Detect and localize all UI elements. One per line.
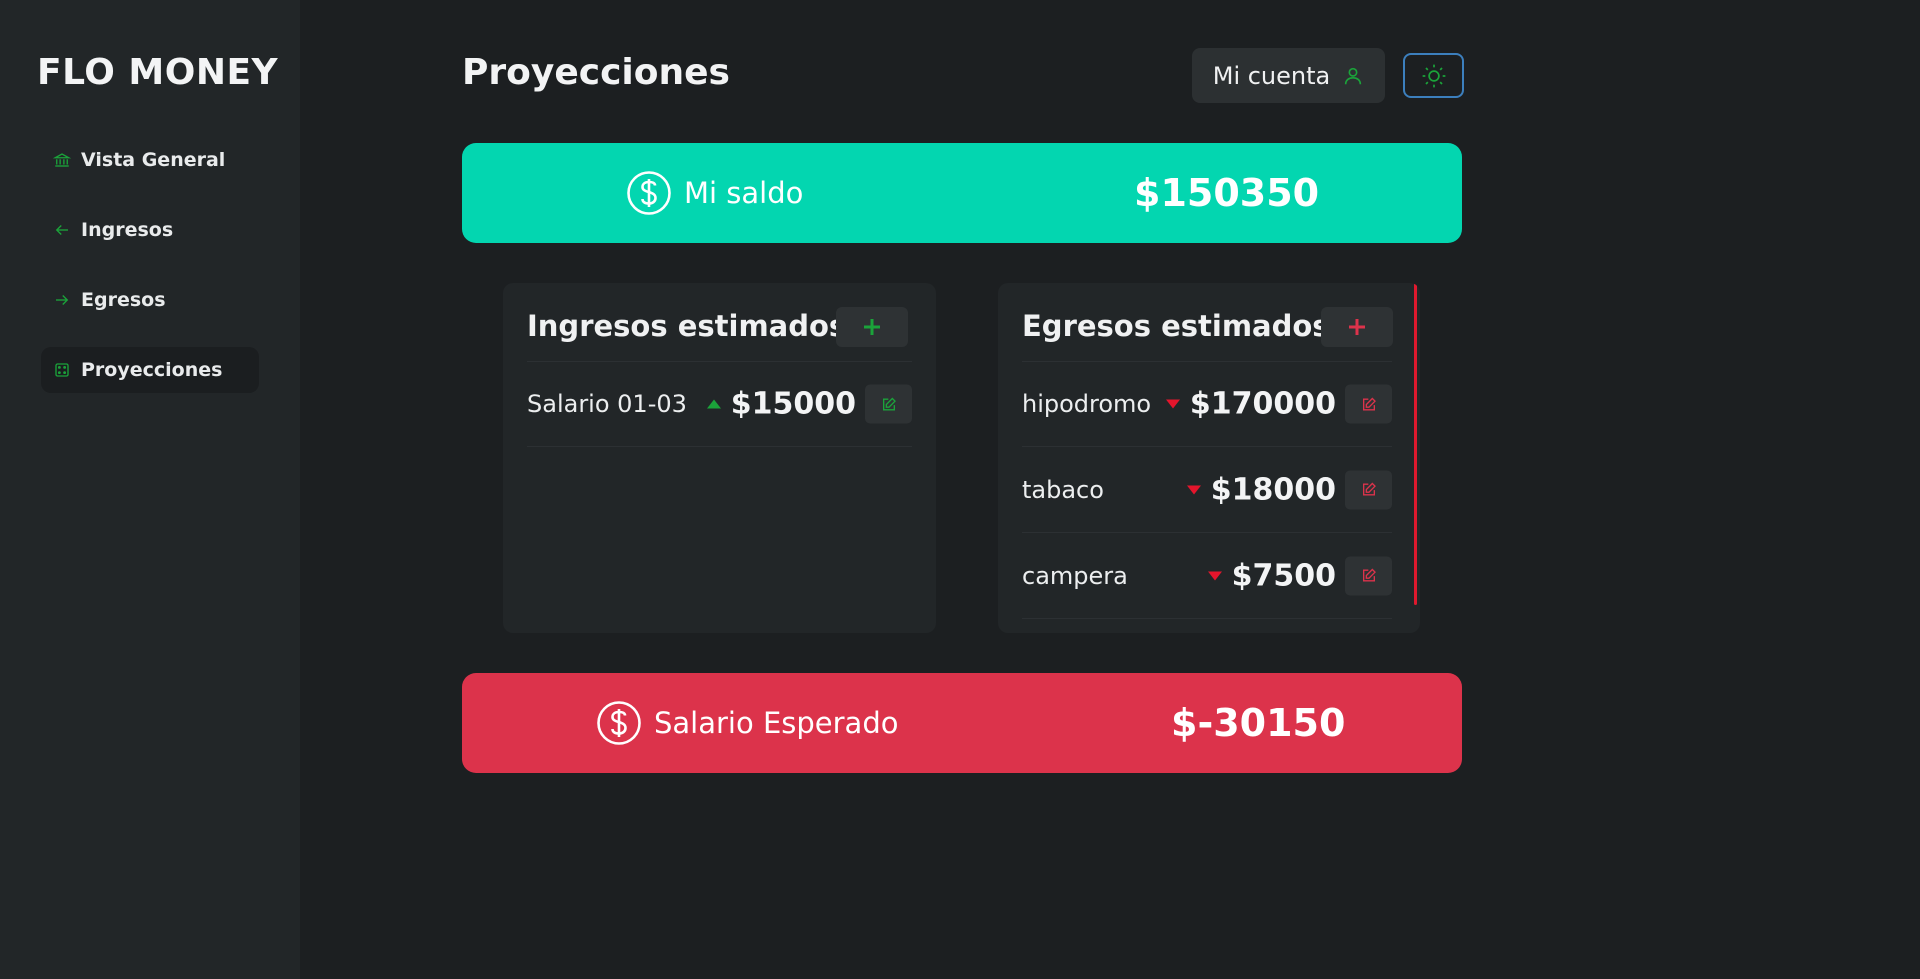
- account-label: Mi cuenta: [1212, 61, 1331, 90]
- income-name: Salario 01-03: [527, 390, 687, 418]
- arrow-right-icon: [56, 295, 69, 305]
- sidebar-item-label: Vista General: [81, 149, 226, 171]
- income-card: Ingresos estimados Salario 01-03 $15000: [503, 283, 936, 633]
- plus-icon: [864, 319, 880, 335]
- sidebar-item-label: Egresos: [81, 289, 166, 311]
- sidebar-item-proyecciones[interactable]: Proyecciones: [41, 347, 259, 393]
- income-card-title: Ingresos estimados: [527, 309, 847, 343]
- add-expense-button[interactable]: [1321, 307, 1393, 347]
- edit-icon: [882, 397, 896, 410]
- bank-icon: [53, 153, 71, 167]
- income-row: Salario 01-03 $15000: [527, 361, 912, 447]
- expected-salary-label: Salario Esperado: [654, 706, 899, 740]
- sidebar-item-ingresos[interactable]: Ingresos: [41, 207, 259, 253]
- account-button[interactable]: Mi cuenta: [1192, 48, 1385, 103]
- trend-down-icon: [1207, 571, 1222, 580]
- expected-salary-banner: Salario Esperado $-30150: [462, 673, 1462, 773]
- sidebar-item-label: Proyecciones: [81, 359, 223, 381]
- arrow-left-icon: [55, 225, 68, 235]
- sidebar-item-vista-general[interactable]: Vista General: [41, 137, 259, 183]
- expense-row: hipodromo $170000: [1022, 361, 1392, 447]
- balance-label: Mi saldo: [684, 176, 804, 210]
- trend-up-icon: [706, 399, 721, 409]
- expense-row: campera $7500: [1022, 533, 1392, 619]
- expense-name: hipodromo: [1022, 390, 1152, 418]
- user-icon: [1345, 67, 1362, 84]
- page-title: Proyecciones: [462, 52, 730, 93]
- trend-down-icon: [1165, 399, 1180, 409]
- expense-amount: $170000: [1189, 386, 1336, 422]
- expense-amount: $18000: [1210, 472, 1336, 507]
- edit-icon: [1362, 568, 1376, 582]
- balance-amount: $150350: [1134, 171, 1320, 215]
- trend-down-icon: [1186, 485, 1201, 494]
- dice-icon: [55, 363, 69, 377]
- sidebar-item-egresos[interactable]: Egresos: [41, 277, 259, 323]
- income-amount: $15000: [730, 386, 856, 422]
- edit-expense-button[interactable]: [1345, 384, 1392, 424]
- edit-icon: [1362, 482, 1376, 496]
- expense-scrollbar[interactable]: [1414, 283, 1417, 605]
- balance-banner: Mi saldo $150350: [462, 143, 1462, 243]
- sidebar-item-label: Ingresos: [81, 219, 174, 241]
- sun-icon: [1422, 64, 1445, 87]
- expense-row: tabaco $18000: [1022, 447, 1392, 533]
- expense-name: campera: [1022, 561, 1128, 590]
- expense-card: Egresos estimados hipodromo $170000 taba…: [998, 283, 1420, 633]
- add-income-button[interactable]: [836, 307, 908, 347]
- dollar-circle-icon: [627, 171, 671, 215]
- edit-icon: [1362, 397, 1376, 410]
- plus-icon: [1349, 319, 1365, 335]
- theme-toggle-button[interactable]: [1403, 53, 1464, 98]
- sidebar: FLO MONEY Vista General Ingresos Egresos…: [0, 0, 300, 979]
- edit-income-button[interactable]: [865, 384, 912, 424]
- expense-card-title: Egresos estimados: [1022, 309, 1330, 343]
- app-brand: FLO MONEY: [37, 52, 279, 93]
- expense-amount: $7500: [1231, 558, 1336, 593]
- expected-salary-amount: $-30150: [1171, 701, 1346, 745]
- expense-name: tabaco: [1022, 475, 1104, 504]
- dollar-circle-icon: [597, 701, 641, 745]
- edit-expense-button[interactable]: [1345, 470, 1392, 509]
- edit-expense-button[interactable]: [1345, 556, 1392, 595]
